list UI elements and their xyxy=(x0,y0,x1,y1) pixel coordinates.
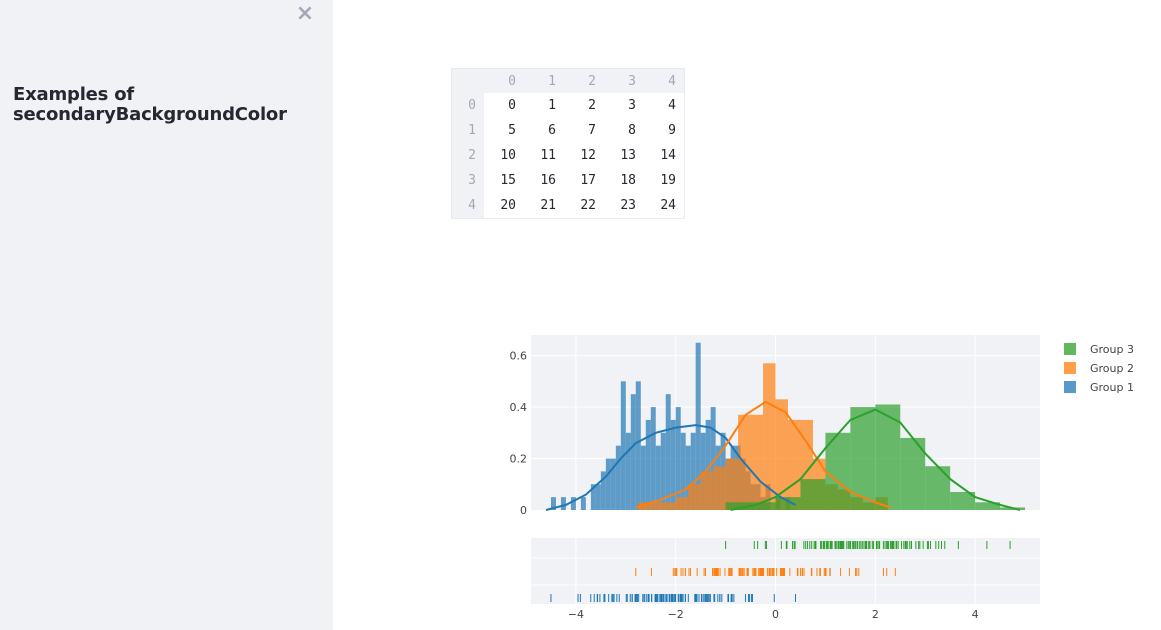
distplot-chart[interactable]: 0 0.2 0.4 0.6 −4 −2 0 2 4 Group 3 Group 2 Group 1 xyxy=(500,330,1160,630)
x-tick-label: 0 xyxy=(772,608,779,621)
histogram-bar xyxy=(663,502,676,510)
histogram-bar xyxy=(675,407,681,510)
histogram-bar xyxy=(688,484,701,510)
table-cell[interactable]: 19 xyxy=(644,168,685,193)
column-header[interactable]: 4 xyxy=(644,68,685,93)
table-cell[interactable]: 2 xyxy=(564,93,604,118)
row-index: 2 xyxy=(451,143,484,168)
table-row: 0 0 1 2 3 4 xyxy=(451,93,685,118)
table-cell[interactable]: 8 xyxy=(604,118,644,143)
table-cell[interactable]: 17 xyxy=(564,168,604,193)
sidebar-title: Examples of secondaryBackgroundColor xyxy=(13,84,287,125)
histogram-bar xyxy=(625,432,631,510)
table-cell[interactable]: 0 xyxy=(484,93,524,118)
table-cell[interactable]: 14 xyxy=(644,143,685,168)
histogram-bar xyxy=(800,479,826,510)
close-icon[interactable]: × xyxy=(294,3,316,25)
table-cell[interactable]: 16 xyxy=(524,168,564,193)
table-cell[interactable]: 4 xyxy=(644,93,685,118)
table-cell[interactable]: 15 xyxy=(484,168,524,193)
histogram-bar xyxy=(675,497,689,510)
legend-swatch xyxy=(1064,343,1076,355)
table-cell[interactable]: 18 xyxy=(604,168,644,193)
table-cell[interactable]: 24 xyxy=(644,193,685,219)
dataframe[interactable]: 0 1 2 3 4 0 0 1 2 3 4 1 5 6 7 8 9 2 10 1… xyxy=(451,68,685,219)
table-cell[interactable]: 6 xyxy=(524,118,564,143)
sidebar: × Examples of secondaryBackgroundColor xyxy=(0,0,333,630)
table-row: 3 15 16 17 18 19 xyxy=(451,168,685,193)
legend-label: Group 1 xyxy=(1090,381,1134,394)
histogram-bar xyxy=(615,445,621,510)
histogram-bar xyxy=(630,394,636,510)
column-header[interactable]: 1 xyxy=(524,68,564,93)
table-cell[interactable]: 20 xyxy=(484,193,524,219)
x-tick-label: −4 xyxy=(568,608,584,621)
table-cell[interactable]: 12 xyxy=(564,143,604,168)
table-cell[interactable]: 21 xyxy=(524,193,564,219)
histogram-bar xyxy=(750,414,764,510)
column-header[interactable]: 3 xyxy=(604,68,644,93)
legend-label: Group 2 xyxy=(1090,362,1134,375)
table-cell[interactable]: 3 xyxy=(604,93,644,118)
table-cell[interactable]: 7 xyxy=(564,118,604,143)
histogram-bar xyxy=(560,497,566,510)
table-row: 2 10 11 12 13 14 xyxy=(451,143,685,168)
legend-swatch xyxy=(1064,381,1076,393)
histogram-bar xyxy=(713,466,726,510)
x-tick-label: −2 xyxy=(668,608,684,621)
y-tick-label: 0 xyxy=(520,504,527,517)
table-cell[interactable]: 11 xyxy=(524,143,564,168)
histogram-bar xyxy=(645,419,651,510)
histogram-bar xyxy=(665,394,671,510)
y-tick-label: 0.2 xyxy=(510,453,528,466)
table-cell[interactable]: 22 xyxy=(564,193,604,219)
histogram-bar xyxy=(640,445,646,510)
histogram-bar xyxy=(650,407,656,510)
column-header[interactable]: 2 xyxy=(564,68,604,93)
histogram-bar xyxy=(700,471,714,510)
row-index: 3 xyxy=(451,168,484,193)
histogram-bar xyxy=(620,381,626,510)
histogram-bar xyxy=(925,466,951,510)
histogram-bar xyxy=(635,381,641,510)
row-index: 4 xyxy=(451,193,484,219)
table-row: 4 20 21 22 23 24 xyxy=(451,193,685,219)
dataframe-corner xyxy=(451,68,484,93)
row-index: 0 xyxy=(451,93,484,118)
legend-swatch xyxy=(1064,362,1076,374)
rug-plot-area xyxy=(531,538,1040,604)
table-cell[interactable]: 5 xyxy=(484,118,524,143)
histogram-bar xyxy=(650,502,664,510)
table-cell[interactable]: 10 xyxy=(484,143,524,168)
y-tick-label: 0.4 xyxy=(510,401,528,414)
histogram-bar xyxy=(605,458,611,510)
x-tick-label: 4 xyxy=(972,608,979,621)
table-cell[interactable]: 1 xyxy=(524,93,564,118)
table-cell[interactable]: 23 xyxy=(604,193,644,219)
x-tick-label: 2 xyxy=(872,608,879,621)
histogram-bar xyxy=(595,484,601,510)
table-cell[interactable]: 13 xyxy=(604,143,644,168)
y-tick-label: 0.6 xyxy=(510,350,528,363)
histogram-bar xyxy=(580,497,586,510)
histogram-bar xyxy=(787,419,801,510)
histogram-bar xyxy=(775,497,801,510)
dataframe-header-row: 0 1 2 3 4 xyxy=(451,68,685,93)
column-header[interactable]: 0 xyxy=(484,68,524,93)
histogram-bar xyxy=(670,419,676,510)
table-cell[interactable]: 9 xyxy=(644,118,685,143)
legend-label: Group 3 xyxy=(1090,343,1134,356)
table-row: 1 5 6 7 8 9 xyxy=(451,118,685,143)
row-index: 1 xyxy=(451,118,484,143)
